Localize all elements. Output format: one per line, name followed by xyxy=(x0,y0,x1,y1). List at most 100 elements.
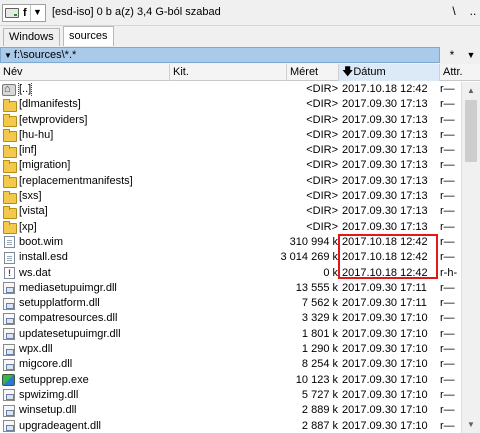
file-row[interactable]: winsetup.dll 2 889 k 2017.09.30 17:10 r— xyxy=(0,403,461,418)
folder-icon xyxy=(2,205,17,219)
file-row[interactable]: setupplatform.dll 7 562 k 2017.09.30 17:11… xyxy=(0,296,461,311)
file-attr: r— xyxy=(440,419,455,432)
file-attr: r— xyxy=(440,281,455,294)
scroll-down-icon[interactable]: ▼ xyxy=(462,416,480,433)
file-list[interactable]: [..]<DIR>2017.10.18 12:42r—[dlmanifests]… xyxy=(0,82,461,433)
sort-desc-icon: 🡇 xyxy=(342,66,354,78)
file-row[interactable]: install.esd 3 014 269 k 2017.10.18 12:42 r— xyxy=(0,250,461,265)
file-size: <DIR> xyxy=(306,190,338,203)
file-attr: r— xyxy=(440,373,455,386)
drive-icon xyxy=(5,8,19,18)
file-size: <DIR> xyxy=(306,83,338,95)
file-row[interactable]: setupprep.exe 10 123 k 2017.09.30 17:10 r— xyxy=(0,373,461,388)
vertical-scrollbar[interactable]: ▲ ▼ xyxy=(461,82,480,433)
column-name[interactable]: Név xyxy=(0,64,170,81)
root-dir-button[interactable]: \ xyxy=(448,4,460,18)
file-date: 2017.09.30 17:13 xyxy=(342,220,428,233)
file-date: 2017.09.30 17:10 xyxy=(342,388,428,401)
dll-icon xyxy=(3,343,15,356)
file-row[interactable]: updatesetupuimgr.dll 1 801 k 2017.09.30 17… xyxy=(0,327,461,342)
file-name-cell: ! ws.dat xyxy=(2,266,170,281)
file-date: 2017.09.30 17:13 xyxy=(342,144,428,157)
file-size: 3 014 269 k xyxy=(280,251,339,264)
file-date: 2017.09.30 17:10 xyxy=(342,373,428,386)
file-size: <DIR> xyxy=(306,98,338,111)
filter-button[interactable]: * xyxy=(445,47,459,63)
folder-icon xyxy=(2,144,17,158)
dll-icon xyxy=(3,404,15,417)
file-name: [vista] xyxy=(19,205,48,218)
dll-icon xyxy=(3,312,15,325)
file-name-cell: winsetup.dll xyxy=(2,403,170,418)
file-attr: r— xyxy=(440,113,455,126)
scrollbar-thumb[interactable] xyxy=(465,100,477,162)
parent-folder-icon xyxy=(2,82,16,97)
path-dropdown-icon[interactable]: ▼ xyxy=(4,51,12,60)
file-name: migcore.dll xyxy=(19,358,73,371)
path-bar: ▼ f:\sources\*.* * ▼ xyxy=(0,46,480,64)
file-size: 1 801 k xyxy=(301,327,338,340)
file-attr: r— xyxy=(440,220,455,233)
folder-row[interactable]: [sxs] <DIR> 2017.09.30 17:13 r— xyxy=(0,189,461,204)
file-attr: r-h- xyxy=(440,266,458,279)
column-date-label: Dátum xyxy=(353,66,386,78)
file-date: 2017.09.30 17:10 xyxy=(342,358,428,371)
file-date: 2017.09.30 17:10 xyxy=(342,419,428,432)
file-row[interactable]: wpx.dll 1 290 k 2017.09.30 17:10 r— xyxy=(0,342,461,357)
file-size: <DIR> xyxy=(306,113,338,126)
file-size: 8 254 k xyxy=(301,358,338,371)
drive-dropdown[interactable]: f ▼ xyxy=(2,4,46,22)
file-name-cell: [migration] xyxy=(2,158,170,173)
file-row[interactable]: migcore.dll 8 254 k 2017.09.30 17:10 r— xyxy=(0,357,461,372)
file-attr: r— xyxy=(440,159,455,172)
file-row[interactable]: ! ws.dat 0 k 2017.10.18 12:42 r-h- xyxy=(0,266,461,281)
folder-row[interactable]: [vista] <DIR> 2017.09.30 17:13 r— xyxy=(0,204,461,219)
file-name: ws.dat xyxy=(19,266,51,279)
file-row[interactable]: boot.wim 310 994 k 2017.10.18 12:42 r— xyxy=(0,235,461,250)
file-row[interactable]: upgradeagent.dll 2 887 k 2017.09.30 17:10 r… xyxy=(0,419,461,433)
file-date: 2017.09.30 17:13 xyxy=(342,159,428,172)
dll-icon xyxy=(3,420,15,433)
folder-row[interactable]: [migration] <DIR> 2017.09.30 17:13 r— xyxy=(0,158,461,173)
file-date: 2017.10.18 12:42 xyxy=(342,83,428,95)
tab-sources[interactable]: sources xyxy=(63,26,114,46)
history-dropdown-icon[interactable]: ▼ xyxy=(465,47,477,63)
file-name-cell: [inf] xyxy=(2,143,170,158)
file-size: 1 290 k xyxy=(301,343,338,356)
file-attr: r— xyxy=(440,174,455,187)
file-size: <DIR> xyxy=(306,159,338,172)
file-row[interactable]: spwizimg.dll 5 727 k 2017.09.30 17:10 r— xyxy=(0,388,461,403)
folder-row[interactable]: [xp] <DIR> 2017.09.30 17:13 r— xyxy=(0,220,461,235)
file-name-cell: [sxs] xyxy=(2,189,170,204)
file-size: 7 562 k xyxy=(301,297,338,310)
exe-icon xyxy=(2,374,15,387)
file-name: [dlmanifests] xyxy=(19,98,81,111)
column-attr[interactable]: Attr. xyxy=(440,64,480,81)
file-date: 2017.10.18 12:42 xyxy=(342,266,428,279)
folder-row[interactable]: [inf] <DIR> 2017.09.30 17:13 r— xyxy=(0,143,461,158)
file-name: mediasetupuimgr.dll xyxy=(19,281,117,294)
file-size: 13 555 k xyxy=(295,281,338,294)
file-name: install.esd xyxy=(19,251,68,264)
folder-row[interactable]: [dlmanifests] <DIR> 2017.09.30 17:13 r— xyxy=(0,97,461,112)
folder-row[interactable]: [etwproviders] <DIR> 2017.09.30 17:13 r— xyxy=(0,113,461,128)
file-attr: r— xyxy=(440,144,455,157)
column-ext[interactable]: Kit. xyxy=(170,64,287,81)
folder-row[interactable]: [hu-hu] <DIR> 2017.09.30 17:13 r— xyxy=(0,128,461,143)
file-size: <DIR> xyxy=(306,220,338,233)
column-date[interactable]: 🡇Dátum xyxy=(339,64,440,81)
dll-icon xyxy=(3,282,15,295)
path-field[interactable]: ▼ f:\sources\*.* xyxy=(0,47,440,63)
tab-windows[interactable]: Windows xyxy=(3,28,60,46)
file-row[interactable]: mediasetupuimgr.dll 13 555 k 2017.09.30 17… xyxy=(0,281,461,296)
parent-dir-row[interactable]: [..] <DIR> 2017.10.18 12:42 r— xyxy=(0,82,461,97)
scroll-up-icon[interactable]: ▲ xyxy=(462,82,480,99)
file-row[interactable]: compatresources.dll 3 329 k 2017.09.30 17:… xyxy=(0,311,461,326)
file-name: [replacementmanifests] xyxy=(19,174,133,187)
file-attr: r— xyxy=(440,190,455,203)
parent-dir-button[interactable]: .. xyxy=(467,4,479,18)
column-size[interactable]: Méret xyxy=(287,64,339,81)
chevron-down-icon[interactable]: ▼ xyxy=(30,5,44,21)
folder-row[interactable]: [replacementmanifests] <DIR> 2017.09.30 17… xyxy=(0,174,461,189)
file-size: 310 994 k xyxy=(289,235,338,248)
